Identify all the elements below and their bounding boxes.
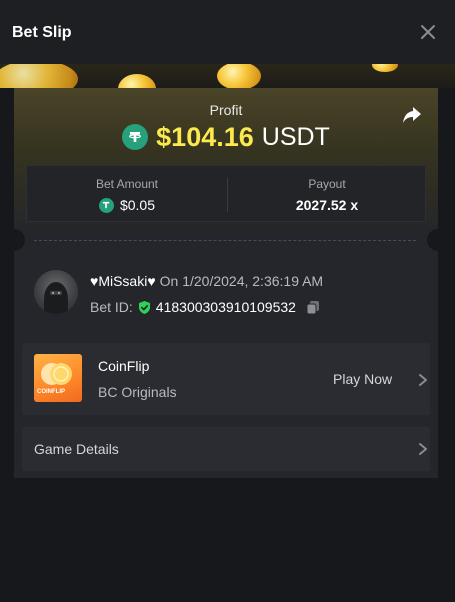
tether-icon	[98, 197, 114, 213]
game-thumbnail: COINFLIP	[34, 354, 82, 402]
payout-value: 2027.52 x	[295, 197, 359, 213]
copy-icon[interactable]	[305, 299, 321, 315]
game-thumb-text: COINFLIP	[37, 389, 65, 395]
bet-stats-box: Bet Amount $0.05 Payout 2027.52 x	[26, 165, 426, 222]
gold-coin-icon	[118, 74, 156, 88]
bet-amount-stat: Bet Amount $0.05	[27, 166, 227, 223]
ticket-notch-right	[427, 229, 449, 251]
avatar[interactable]	[34, 270, 78, 314]
bet-date: On 1/20/2024, 2:36:19 AM	[159, 273, 324, 289]
profit-label: Profit	[209, 102, 243, 118]
ticket-notch-left	[3, 229, 25, 251]
bet-amount-value: $0.05	[119, 197, 156, 213]
page-title: Bet Slip	[12, 24, 72, 41]
bet-id-line: Bet ID: 418300303910109532	[90, 299, 321, 315]
game-details-row[interactable]: Game Details	[22, 427, 430, 471]
game-provider: BC Originals	[98, 384, 177, 400]
shield-check-icon	[138, 300, 150, 314]
ticket-divider	[34, 240, 416, 241]
game-details-label: Game Details	[34, 441, 119, 457]
bet-slip-header: Bet Slip	[0, 0, 455, 64]
gold-coin-icon	[0, 64, 78, 88]
profit-section: Profit $104.16 USDT Bet Amount $0.05 Pay…	[14, 88, 438, 230]
chevron-right-icon[interactable]	[417, 373, 429, 387]
profit-amount: $104.16	[156, 121, 254, 152]
chevron-right-icon[interactable]	[417, 442, 429, 456]
close-icon[interactable]	[418, 22, 438, 42]
payout-stat: Payout 2027.52 x	[227, 166, 427, 223]
bet-amount-value-row: $0.05	[27, 197, 227, 213]
profit-currency: USDT	[261, 122, 330, 151]
play-now-button[interactable]: Play Now	[333, 371, 392, 387]
payout-label: Payout	[308, 177, 346, 191]
bet-id-label: Bet ID:	[90, 299, 133, 315]
bet-slip-card: Profit $104.16 USDT Bet Amount $0.05 Pay…	[3, 88, 449, 478]
tether-icon	[122, 124, 149, 150]
bet-user-line: ♥MiSsaki♥ On 1/20/2024, 2:36:19 AM	[90, 273, 323, 289]
game-name: CoinFlip	[98, 358, 150, 374]
coin-decoration	[0, 64, 455, 88]
bet-id-value: 418300303910109532	[155, 299, 296, 315]
bet-amount-label: Bet Amount	[95, 177, 159, 191]
profit-row: $104.16 USDT	[14, 122, 438, 152]
username[interactable]: ♥MiSsaki♥	[90, 273, 156, 289]
share-icon[interactable]	[401, 104, 423, 126]
game-row[interactable]: COINFLIP CoinFlip BC Originals Play Now	[22, 343, 430, 415]
gold-coin-icon	[372, 64, 398, 72]
gold-coin-icon	[217, 64, 261, 88]
